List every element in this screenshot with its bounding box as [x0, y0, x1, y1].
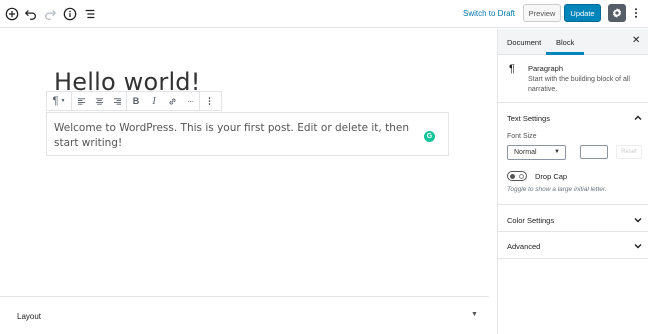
paragraph-icon: ¶ [52, 95, 59, 107]
paragraph-text[interactable]: Welcome to WordPress. This is your first… [54, 121, 424, 151]
sidebar-tabs: Document Block ✕ [498, 29, 648, 55]
font-size-value: Normal [514, 149, 537, 156]
more-rich-text-button[interactable]: ··· [181, 92, 199, 110]
update-button[interactable]: Update [564, 4, 601, 22]
redo-icon[interactable] [42, 6, 58, 22]
block-card-description: Start with the building block of all nar… [528, 76, 630, 93]
color-settings-panel[interactable]: Color Settings [498, 206, 648, 232]
italic-button[interactable]: I [145, 92, 163, 110]
more-vertical-icon [208, 97, 210, 105]
color-settings-title: Color Settings [507, 216, 555, 225]
close-icon[interactable]: ✕ [632, 35, 640, 46]
editor-canvas: Hello world! ¶ ▼ B I ··· Welcome to Word… [0, 29, 497, 334]
link-icon [169, 98, 175, 104]
drop-cap-toggle[interactable] [507, 171, 527, 181]
editor-header: Switch to Draft Preview Update [0, 0, 648, 28]
paragraph-block[interactable]: Welcome to WordPress. This is your first… [46, 112, 449, 156]
caret-down-icon: ▼ [554, 149, 560, 155]
more-vertical-icon [635, 8, 637, 18]
link-button[interactable] [163, 92, 181, 110]
undo-icon[interactable] [23, 6, 39, 22]
settings-sidebar: Document Block ✕ ¶ Paragraph Start with … [497, 29, 648, 334]
bold-button[interactable]: B [127, 92, 145, 110]
text-settings-title[interactable]: Text Settings [507, 114, 550, 123]
drop-cap-help: Toggle to show a large initial letter. [507, 186, 607, 193]
chevron-down-icon [634, 244, 642, 249]
settings-button[interactable] [608, 4, 626, 22]
preview-button[interactable]: Preview [523, 4, 561, 22]
advanced-panel[interactable]: Advanced [498, 233, 648, 259]
layout-panel[interactable]: Layout ▼ [0, 296, 489, 334]
block-more-options-button[interactable] [200, 92, 218, 110]
switch-to-draft-button[interactable]: Switch to Draft [463, 9, 515, 18]
advanced-title: Advanced [507, 242, 541, 251]
tab-block[interactable]: Block [556, 38, 574, 47]
plus-circle-icon[interactable] [4, 6, 20, 22]
font-size-label: Font Size [507, 133, 537, 140]
chevron-down-icon: ▼ [60, 98, 66, 104]
align-left-button[interactable] [72, 92, 90, 110]
block-card-title: Paragraph [528, 64, 564, 73]
align-center-button[interactable] [90, 92, 108, 110]
align-left-icon [77, 97, 85, 105]
toggle-off-indicator [519, 173, 524, 179]
paragraph-icon: ¶ [509, 63, 515, 75]
drop-cap-label: Drop Cap [535, 172, 568, 181]
chevron-down-icon [634, 218, 642, 223]
paragraph-transform-button[interactable]: ¶ ▼ [47, 92, 71, 110]
info-icon[interactable] [62, 6, 78, 22]
align-right-icon [113, 97, 121, 105]
custom-font-size-input[interactable] [580, 145, 608, 159]
caret-down-icon: ▼ [471, 311, 478, 318]
active-tab-indicator [546, 52, 584, 55]
grammarly-icon[interactable]: G [424, 131, 435, 142]
toggle-knob [510, 173, 515, 179]
align-center-icon [95, 97, 103, 105]
tab-document[interactable]: Document [507, 38, 541, 47]
list-view-icon[interactable] [82, 6, 98, 22]
block-toolbar: ¶ ▼ B I ··· [46, 91, 222, 111]
align-right-button[interactable] [108, 92, 126, 110]
gear-icon [612, 8, 622, 18]
more-options-button[interactable] [631, 5, 641, 21]
font-size-select[interactable]: Normal ▼ [507, 145, 566, 160]
font-size-reset-button[interactable]: Reset [616, 145, 642, 159]
block-card: ¶ Paragraph Start with the building bloc… [498, 56, 648, 103]
layout-panel-title: Layout [17, 312, 42, 321]
chevron-up-icon[interactable] [633, 113, 643, 123]
